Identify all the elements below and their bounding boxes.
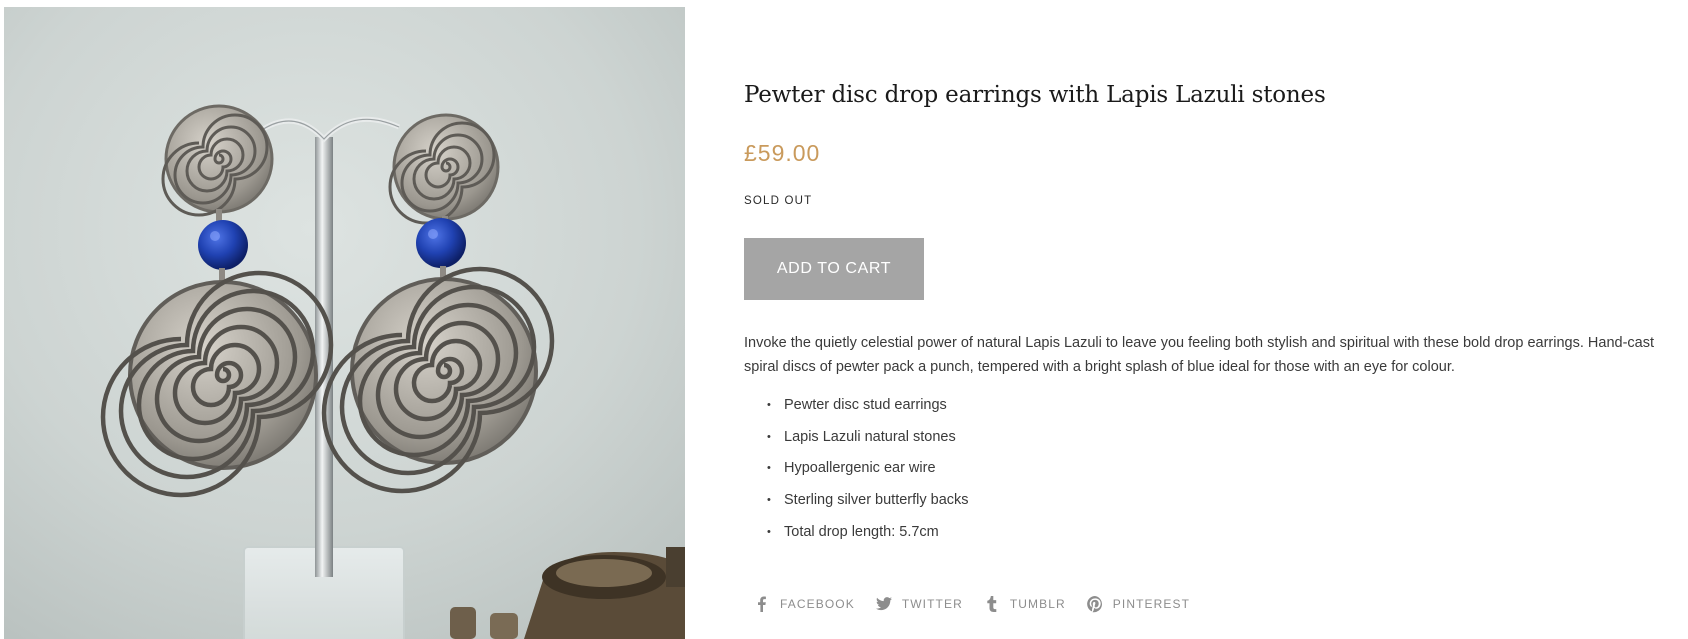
feature-list: Pewter disc stud earrings Lapis Lazuli n… [744, 392, 969, 550]
share-tumblr-link[interactable]: TUMBLR [983, 595, 1066, 613]
list-item: Lapis Lazuli natural stones [767, 424, 969, 456]
product-photo [4, 7, 685, 639]
share-facebook-link[interactable]: FACEBOOK [753, 595, 855, 613]
share-bar: FACEBOOK TWITTER TUMBLR PINTEREST [753, 595, 1190, 613]
share-tumblr-label: TUMBLR [1009, 597, 1066, 611]
product-price: £59.00 [744, 140, 821, 166]
tumblr-icon [987, 596, 997, 612]
list-item: Sterling silver butterfly backs [767, 487, 969, 519]
share-facebook-label: FACEBOOK [780, 597, 855, 611]
product-image[interactable] [4, 7, 685, 639]
product-title: Pewter disc drop earrings with Lapis Laz… [744, 82, 1326, 108]
share-twitter-link[interactable]: TWITTER [875, 595, 963, 613]
twitter-icon [875, 597, 892, 611]
add-to-cart-button[interactable]: ADD TO CART [744, 238, 924, 300]
pinterest-icon [1086, 596, 1102, 613]
stock-status: SOLD OUT [744, 195, 813, 207]
share-pinterest-label: PINTEREST [1112, 597, 1191, 611]
list-item: Hypoallergenic ear wire [767, 455, 969, 487]
share-pinterest-link[interactable]: PINTEREST [1086, 595, 1190, 613]
list-item: Pewter disc stud earrings [767, 392, 969, 424]
product-description: Invoke the quietly celestial power of na… [744, 335, 1654, 375]
product-info: Pewter disc drop earrings with Lapis Laz… [744, 0, 1684, 639]
facebook-icon [758, 596, 766, 612]
share-twitter-label: TWITTER [901, 597, 963, 611]
list-item: Total drop length: 5.7cm [767, 519, 969, 551]
